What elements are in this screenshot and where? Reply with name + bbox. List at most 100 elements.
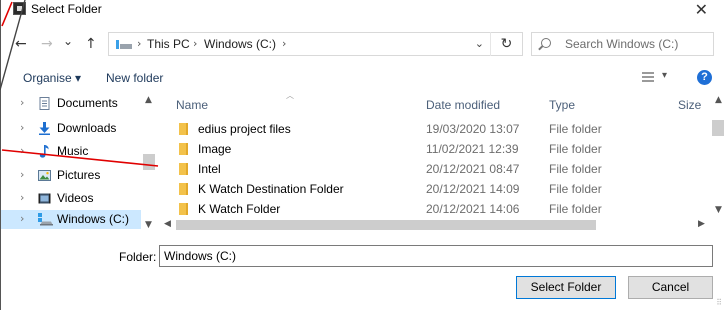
sidebar-item-label: Pictures — [57, 168, 101, 182]
column-header-date-modified[interactable]: Date modified — [426, 98, 500, 112]
search-input[interactable]: Search Windows (C:) — [531, 32, 714, 56]
folder-icon — [179, 143, 188, 155]
list-item[interactable]: K Watch Folder 20/12/2021 14:06 File fol… — [160, 199, 710, 218]
close-icon[interactable]: ✕ — [695, 0, 708, 19]
back-icon[interactable]: ← — [15, 36, 27, 52]
file-name: K Watch Folder — [198, 202, 281, 216]
organise-button[interactable]: Organise ▾ — [23, 71, 81, 85]
navigation-pane: › Documents › Downloads › Music › Pictur… — [1, 93, 157, 232]
app-icon — [13, 2, 26, 15]
folder-icon — [179, 183, 188, 195]
refresh-icon[interactable]: ↻ — [490, 32, 522, 56]
file-list-horizontal-thumb[interactable] — [176, 220, 596, 230]
scroll-up-icon[interactable]: ▲ — [715, 95, 722, 105]
address-row: ← → ⌄ ↑ › This PC › Windows (C:) › ⌄ ↻ S… — [1, 30, 725, 60]
expand-chevron-icon[interactable]: › — [20, 121, 24, 134]
sidebar-item-label: Music — [57, 144, 89, 158]
expand-chevron-icon[interactable]: › — [20, 191, 24, 204]
new-folder-button[interactable]: New folder — [106, 71, 163, 85]
folder-icon — [179, 163, 188, 175]
cancel-button[interactable]: Cancel — [628, 276, 713, 299]
file-type: File folder — [549, 202, 602, 216]
file-list: ︿ Name Date modified Type Size edius pro… — [160, 93, 710, 218]
file-date: 20/12/2021 14:09 — [426, 182, 520, 196]
sidebar-item-videos[interactable]: › Videos — [1, 189, 141, 208]
resize-grip-icon[interactable]: ⠿ — [716, 298, 722, 307]
file-list-vertical-scrollbar[interactable]: ▲ ▼ — [710, 93, 725, 218]
sidebar-item-downloads[interactable]: › Downloads — [1, 119, 141, 138]
scroll-down-icon[interactable]: ▼ — [715, 205, 722, 215]
list-item[interactable]: Image 11/02/2021 12:39 File folder — [160, 139, 710, 158]
sidebar-item-label: Windows (C:) — [57, 212, 130, 226]
file-type: File folder — [549, 142, 602, 156]
scroll-down-icon[interactable]: ▼ — [145, 220, 152, 230]
drive-icon — [38, 213, 53, 226]
music-icon — [39, 145, 49, 158]
file-name: edius project files — [198, 122, 291, 136]
scroll-up-icon[interactable]: ▲ — [145, 95, 152, 105]
title-bar: Select Folder ✕ — [1, 0, 725, 20]
search-icon — [541, 38, 551, 48]
scroll-right-icon[interactable]: ▶ — [698, 219, 705, 229]
breadcrumb-separator[interactable]: › — [282, 37, 286, 50]
list-item[interactable]: K Watch Destination Folder 20/12/2021 14… — [160, 179, 710, 198]
view-options-icon[interactable] — [642, 72, 654, 82]
expand-chevron-icon[interactable]: › — [20, 212, 24, 225]
file-date: 11/02/2021 12:39 — [426, 142, 519, 156]
sidebar-item-label: Documents — [57, 96, 118, 110]
file-type: File folder — [549, 122, 602, 136]
sidebar-item-documents[interactable]: › Documents — [1, 94, 141, 113]
list-item[interactable]: edius project files 19/03/2020 13:07 Fil… — [160, 119, 710, 138]
sidebar-item-label: Downloads — [57, 121, 117, 135]
sidebar-item-windows-c[interactable]: › Windows (C:) — [1, 210, 141, 229]
scroll-left-icon[interactable]: ◀ — [164, 219, 171, 229]
breadcrumb-windows-c[interactable]: Windows (C:) — [204, 37, 276, 51]
sidebar-item-music[interactable]: › Music — [1, 142, 141, 161]
expand-chevron-icon[interactable]: › — [20, 168, 24, 181]
list-item[interactable]: Intel 20/12/2021 08:47 File folder — [160, 159, 710, 178]
file-date: 20/12/2021 14:06 — [426, 202, 520, 216]
select-folder-dialog: Select Folder ✕ ← → ⌄ ↑ › This PC › Wind… — [0, 0, 725, 310]
sort-up-icon: ︿ — [286, 93, 294, 100]
file-date: 20/12/2021 08:47 — [426, 162, 520, 176]
breadcrumb-separator: › — [137, 37, 142, 50]
column-header-type[interactable]: Type — [549, 98, 575, 112]
videos-icon — [38, 193, 51, 204]
file-type: File folder — [549, 162, 602, 176]
help-icon[interactable]: ? — [697, 70, 712, 85]
pictures-icon — [38, 170, 51, 181]
expand-chevron-icon[interactable]: › — [20, 144, 24, 157]
search-placeholder: Search Windows (C:) — [565, 37, 679, 51]
expand-chevron-icon[interactable]: › — [20, 96, 24, 109]
recent-locations-icon[interactable]: ⌄ — [63, 34, 73, 48]
column-header-name[interactable]: Name — [176, 98, 208, 112]
sidebar-item-pictures[interactable]: › Pictures — [1, 166, 141, 185]
column-header-size[interactable]: Size — [678, 98, 701, 112]
file-type: File folder — [549, 182, 602, 196]
file-name: K Watch Destination Folder — [198, 182, 344, 196]
breadcrumb-this-pc[interactable]: This PC — [147, 37, 190, 51]
file-date: 19/03/2020 13:07 — [426, 122, 520, 136]
view-dropdown-icon[interactable]: ▾ — [662, 70, 667, 81]
forward-icon[interactable]: → — [41, 36, 53, 52]
folder-input[interactable] — [159, 245, 713, 267]
file-name: Intel — [198, 162, 221, 176]
file-name: Image — [198, 142, 232, 156]
folder-field-row: Folder: — [1, 244, 725, 268]
folder-icon — [179, 203, 188, 215]
documents-icon — [39, 97, 50, 110]
file-list-scroll-thumb[interactable] — [712, 120, 724, 136]
command-bar: Organise ▾ New folder ▾ ? — [1, 63, 725, 91]
window-title: Select Folder — [31, 2, 102, 16]
address-dropdown-icon[interactable]: ⌄ — [475, 37, 484, 50]
navigation-scroll-thumb[interactable] — [143, 154, 155, 170]
address-bar[interactable]: › This PC › Windows (C:) › ⌄ ↻ — [108, 32, 523, 56]
folder-icon — [179, 123, 188, 135]
drive-icon — [116, 40, 132, 49]
downloads-icon — [39, 122, 50, 135]
up-icon[interactable]: ↑ — [85, 36, 97, 52]
breadcrumb-separator: › — [193, 37, 198, 50]
sidebar-item-label: Videos — [57, 191, 94, 205]
select-folder-button[interactable]: Select Folder — [516, 276, 616, 299]
folder-label: Folder: — [119, 250, 157, 264]
